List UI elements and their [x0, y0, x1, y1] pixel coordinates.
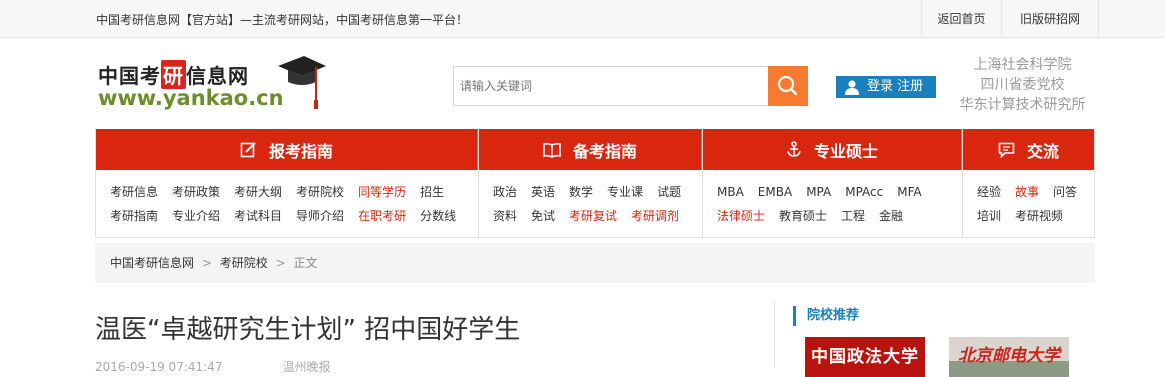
top-bar: 中国考研信息网【官方站】—主流考研网站，中国考研信息第一平台！ 返回首页 旧版研… — [0, 0, 1165, 38]
nav-link[interactable]: 专业课 — [607, 185, 643, 199]
nav-link[interactable]: 考试科目 — [234, 209, 282, 223]
ad-line: 华东计算技术研究所 — [959, 97, 1086, 113]
nav-group-header[interactable]: 专业硕士 — [703, 129, 962, 170]
nav-group-title: 备考指南 — [572, 141, 637, 161]
nav-link[interactable]: 考研视频 — [1015, 209, 1063, 223]
nav-link[interactable]: 在职考研 — [358, 209, 406, 223]
nav-link[interactable]: 考研院校 — [296, 185, 344, 199]
nav-link[interactable]: MBA — [717, 185, 744, 199]
nav-link[interactable]: MFA — [897, 185, 921, 199]
school-name: 北京邮电大学 — [958, 346, 1060, 366]
anchor-icon — [786, 141, 802, 158]
nav-group-community: 交流 经验 故事 问答 培训 考研视频 — [963, 129, 1094, 238]
graduation-cap-icon — [278, 56, 326, 109]
nav-link[interactable]: 专业介绍 — [172, 209, 220, 223]
nav-links: 考研信息 考研政策 考研大纲 考研院校 同等学历 招生 考研指南 专业介绍 考试科目 导师介绍在… — [96, 170, 478, 228]
site-slogan: 中国考研信息网【官方站】—主流考研网站，中国考研信息第一平台！ — [96, 13, 469, 27]
article-title: 温医“卓越研究生计划” 招中国好学生 — [95, 315, 521, 345]
school-card[interactable]: 北京邮电大学 — [949, 337, 1069, 377]
nav-link[interactable]: 工程 — [841, 209, 865, 223]
nav-group-header[interactable]: 交流 — [963, 129, 1094, 170]
nav-link[interactable]: 分数线 — [420, 209, 456, 223]
search-icon — [777, 75, 798, 96]
logo-highlight: 研 — [161, 60, 186, 89]
nav-group-exam-guide: 报考指南 考研信息 考研政策 考研大纲 考研院校 同等学历 招生 考研指南 专业介绍 考试科目… — [96, 129, 479, 238]
login-label: 登录 注册 — [867, 79, 924, 94]
nav-link[interactable]: 考研调剂 — [631, 209, 679, 223]
nav-link[interactable]: 考研指南 — [110, 209, 158, 223]
nav-link[interactable]: 数学 — [569, 185, 593, 199]
nav-link[interactable]: 考研复试 — [569, 209, 617, 223]
sidebar-title: 院校推荐 — [793, 306, 859, 326]
nav-link[interactable]: 金融 — [879, 209, 903, 223]
logo-url: www.yankao.cn — [98, 86, 284, 110]
nav-link[interactable]: 故事 — [1015, 185, 1039, 199]
book-icon — [543, 142, 561, 158]
nav-group-title: 报考指南 — [268, 141, 333, 161]
column-divider — [774, 302, 775, 368]
school-name: 中国政法大学 — [811, 347, 919, 367]
nav-link[interactable]: 考研信息 — [110, 185, 158, 199]
ad-line: 四川省委党校 — [980, 77, 1065, 93]
breadcrumb-current: 正文 — [293, 256, 318, 270]
breadcrumb-home[interactable]: 中国考研信息网 — [110, 256, 194, 270]
nav-link[interactable]: MPAcc — [845, 185, 883, 199]
nav-links: MBA EMBA MPA MPAcc MFA 法律硕士 教育硕士 工程 金融 — [703, 170, 962, 228]
nav-group-title: 交流 — [1026, 141, 1059, 161]
nav-link[interactable]: 招生 — [420, 185, 444, 199]
nav-link[interactable]: 考研大纲 — [234, 185, 282, 199]
nav-link[interactable]: 政治 — [493, 185, 517, 199]
institution-ad[interactable]: 上海社会科学院 四川省委党校 华东计算技术研究所 — [950, 55, 1095, 115]
breadcrumb-section[interactable]: 考研院校 — [220, 256, 268, 270]
nav-link[interactable]: EMBA — [758, 185, 792, 199]
breadcrumb-separator: > — [201, 256, 212, 270]
article-date: 2016-09-19 07:41:47 — [95, 360, 223, 374]
home-link[interactable]: 返回首页 — [921, 0, 1001, 38]
nav-link[interactable]: 教育硕士 — [779, 209, 827, 223]
nav-link[interactable]: 问答 — [1053, 185, 1077, 199]
nav-group-prep-guide: 备考指南 政治 英语 数学 专业课 试题 资料 免试 考研复试 考研调剂 — [479, 129, 703, 238]
nav-link[interactable]: 试题 — [657, 185, 681, 199]
login-register-button[interactable]: 登录 注册 — [836, 76, 936, 98]
main-nav: 报考指南 考研信息 考研政策 考研大纲 考研院校 同等学历 招生 考研指南 专业介绍 考试科目… — [95, 129, 1095, 238]
nav-link[interactable]: 导师介绍 — [296, 209, 344, 223]
old-version-link[interactable]: 旧版研招网 — [1001, 0, 1099, 38]
article-source: 温州晚报 — [282, 360, 331, 374]
article-meta: 2016-09-19 07:41:47 温州晚报 — [95, 358, 330, 375]
nav-links: 政治 英语 数学 专业课 试题 资料 免试 考研复试 考研调剂 — [479, 170, 702, 228]
nav-group-title: 专业硕士 — [813, 141, 878, 161]
search-button[interactable] — [768, 66, 808, 106]
nav-link[interactable]: 法律硕士 — [717, 209, 765, 223]
search-input[interactable] — [453, 66, 769, 106]
breadcrumb: 中国考研信息网 > 考研院校 > 正文 — [95, 243, 1095, 283]
nav-link[interactable]: 经验 — [977, 185, 1001, 199]
school-card[interactable]: 中国政法大学 — [805, 337, 925, 377]
breadcrumb-separator: > — [275, 256, 286, 270]
chat-icon — [998, 142, 1015, 158]
search-bar — [453, 66, 808, 106]
logo-title: 中国考研信息网 — [98, 60, 249, 89]
nav-group-professional-master: 专业硕士 MBA EMBA MPA MPAcc MFA 法律硕士 教育硕士 工程 金融 — [703, 129, 963, 238]
nav-group-header[interactable]: 报考指南 — [96, 129, 478, 170]
nav-link[interactable]: 英语 — [531, 185, 555, 199]
nav-link[interactable]: 同等学历 — [358, 185, 406, 199]
site-logo[interactable]: 中国考研信息网 www.yankao.cn — [98, 54, 333, 114]
ad-line: 上海社会科学院 — [973, 57, 1072, 73]
nav-link[interactable]: 资料 — [493, 209, 517, 223]
user-icon — [845, 80, 859, 95]
nav-link[interactable]: MPA — [806, 185, 831, 199]
nav-link[interactable]: 免试 — [531, 209, 555, 223]
nav-link[interactable]: 培训 — [977, 209, 1001, 223]
edit-icon — [240, 141, 257, 158]
nav-group-header[interactable]: 备考指南 — [479, 129, 702, 170]
nav-link[interactable]: 考研政策 — [172, 185, 220, 199]
nav-links: 经验 故事 问答 培训 考研视频 — [963, 170, 1094, 228]
